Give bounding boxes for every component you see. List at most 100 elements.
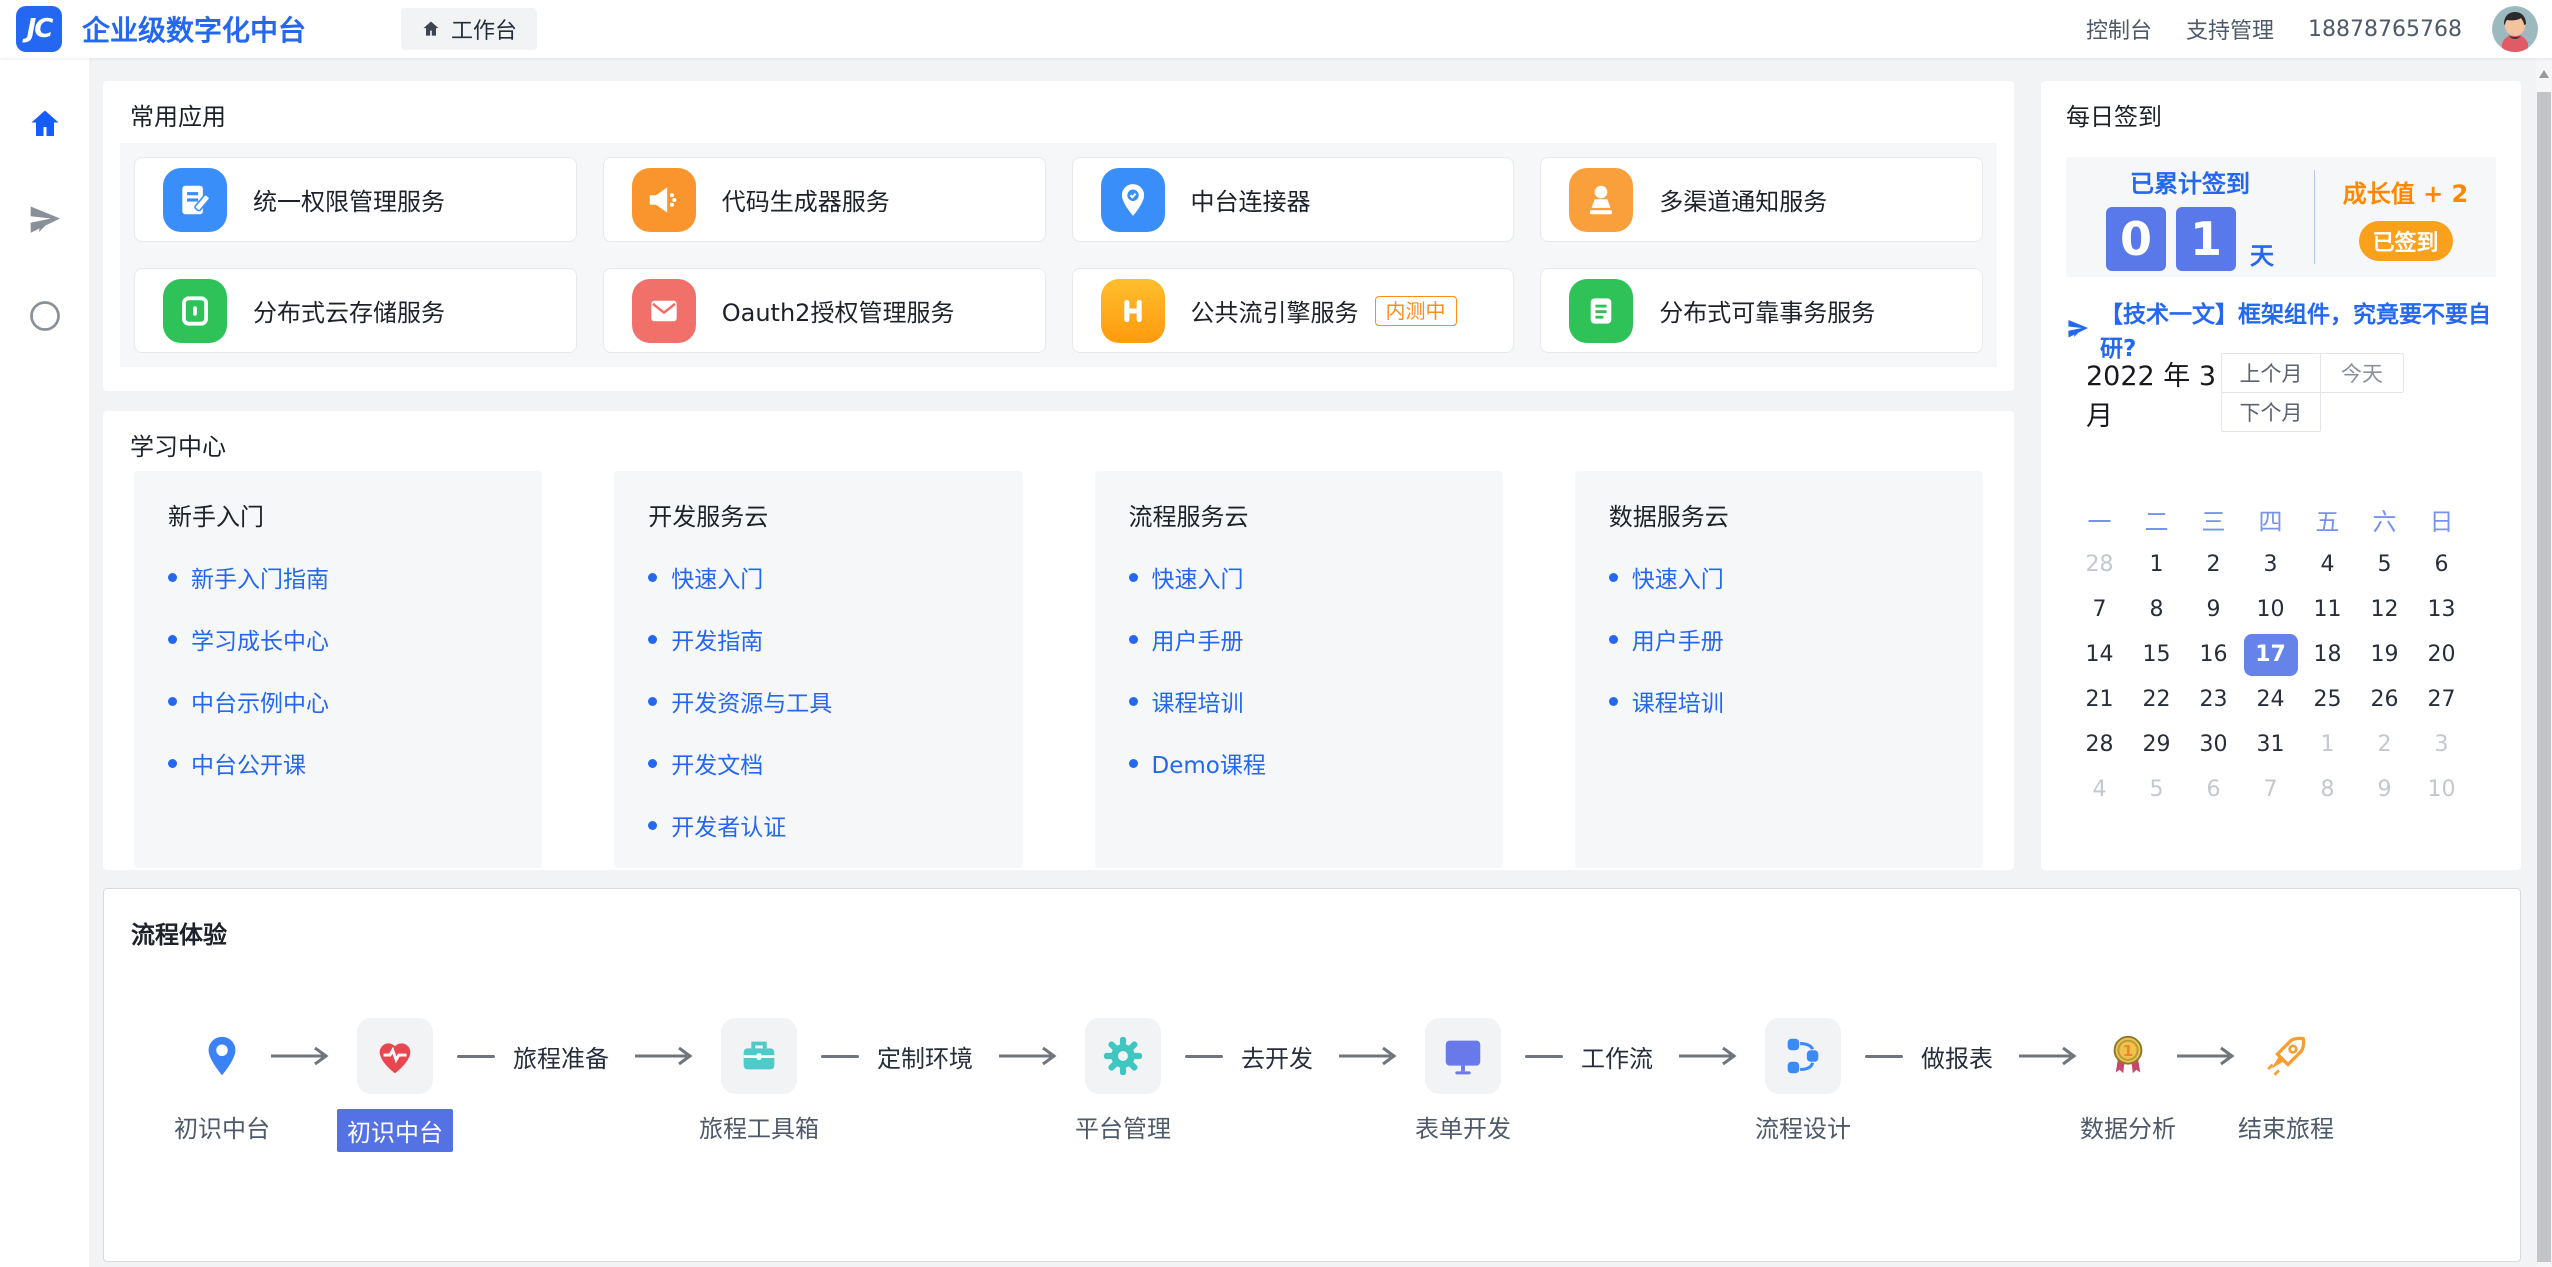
calendar-day[interactable]: 9 bbox=[2185, 587, 2242, 632]
sidebar-home-icon[interactable] bbox=[27, 106, 63, 142]
app-card-permission[interactable]: 统一权限管理服务 bbox=[134, 157, 577, 242]
flow-step-toolbox[interactable]: 旅程工具箱 bbox=[721, 1001, 797, 1111]
learning-link[interactable]: 快速入门 bbox=[648, 560, 988, 594]
flow-connector-label: 工作流 bbox=[1581, 1039, 1653, 1074]
learning-link[interactable]: 快速入门 bbox=[1129, 560, 1469, 594]
learning-link[interactable]: 学习成长中心 bbox=[168, 622, 508, 656]
calendar-day[interactable]: 10 bbox=[2242, 587, 2299, 632]
calendar-day[interactable]: 3 bbox=[2413, 722, 2470, 767]
brand-logo: JC bbox=[16, 6, 62, 52]
calendar-day[interactable]: 22 bbox=[2128, 677, 2185, 722]
calendar-day[interactable]: 27 bbox=[2413, 677, 2470, 722]
flow-step-start[interactable]: 初识中台 bbox=[199, 1001, 245, 1111]
calendar-day[interactable]: 7 bbox=[2071, 587, 2128, 632]
learning-link[interactable]: 用户手册 bbox=[1609, 622, 1949, 656]
app-label: 统一权限管理服务 bbox=[253, 182, 445, 217]
calendar-day[interactable]: 26 bbox=[2356, 677, 2413, 722]
calendar-day[interactable]: 4 bbox=[2071, 767, 2128, 812]
column-heading: 流程服务云 bbox=[1129, 497, 1469, 532]
learning-link[interactable]: 用户手册 bbox=[1129, 622, 1469, 656]
prev-month-button[interactable]: 上个月 bbox=[2221, 353, 2321, 393]
calendar-day[interactable]: 8 bbox=[2299, 767, 2356, 812]
flow-step-end-journey[interactable]: 结束旅程 bbox=[2263, 1001, 2309, 1111]
calendar-day[interactable]: 13 bbox=[2413, 587, 2470, 632]
learning-link[interactable]: 课程培训 bbox=[1609, 684, 1949, 718]
calendar-day[interactable]: 15 bbox=[2128, 632, 2185, 677]
app-card-transaction[interactable]: 分布式可靠事务服务 bbox=[1540, 268, 1983, 353]
calendar-day[interactable]: 14 bbox=[2071, 632, 2128, 677]
calendar-day[interactable]: 12 bbox=[2356, 587, 2413, 632]
learning-center-title: 学习中心 bbox=[130, 427, 226, 462]
calendar-day-selected[interactable]: 17 bbox=[2242, 632, 2299, 677]
signed-in-button[interactable]: 已签到 bbox=[2359, 221, 2453, 261]
growth-value-label: 成长值 + 2 bbox=[2343, 174, 2469, 209]
calendar-day[interactable]: 11 bbox=[2299, 587, 2356, 632]
calendar-day[interactable]: 28 bbox=[2071, 722, 2128, 767]
vertical-scrollbar[interactable] bbox=[2536, 58, 2552, 1267]
learning-link[interactable]: 开发资源与工具 bbox=[648, 684, 988, 718]
support-admin-link[interactable]: 支持管理 bbox=[2186, 13, 2274, 45]
calendar-day[interactable]: 21 bbox=[2071, 677, 2128, 722]
calendar-day[interactable]: 8 bbox=[2128, 587, 2185, 632]
calendar-day[interactable]: 5 bbox=[2128, 767, 2185, 812]
calendar-day[interactable]: 19 bbox=[2356, 632, 2413, 677]
calendar-day[interactable]: 28 bbox=[2071, 542, 2128, 587]
calendar-day[interactable]: 2 bbox=[2356, 722, 2413, 767]
calendar-day[interactable]: 31 bbox=[2242, 722, 2299, 767]
calendar-day[interactable]: 5 bbox=[2356, 542, 2413, 587]
app-card-notify[interactable]: 多渠道通知服务 bbox=[1540, 157, 1983, 242]
app-title: 企业级数字化中台 bbox=[82, 9, 306, 49]
app-card-storage[interactable]: 分布式云存储服务 bbox=[134, 268, 577, 353]
calendar-day[interactable]: 2 bbox=[2185, 542, 2242, 587]
calendar-day[interactable]: 4 bbox=[2299, 542, 2356, 587]
scrollbar-thumb[interactable] bbox=[2537, 92, 2551, 1262]
calendar-day[interactable]: 6 bbox=[2185, 767, 2242, 812]
calendar-day[interactable]: 24 bbox=[2242, 677, 2299, 722]
calendar-day[interactable]: 30 bbox=[2185, 722, 2242, 767]
tab-workbench[interactable]: 工作台 bbox=[401, 8, 537, 50]
weekday-header: 五 bbox=[2299, 496, 2356, 542]
bullet-dot-icon bbox=[1129, 759, 1138, 768]
learning-link[interactable]: 开发指南 bbox=[648, 622, 988, 656]
flow-step-data-analysis[interactable]: 1 数据分析 bbox=[2105, 1001, 2151, 1111]
weekday-header: 二 bbox=[2128, 496, 2185, 542]
sidebar-compass-icon[interactable] bbox=[27, 298, 63, 334]
flow-step-form-dev[interactable]: 表单开发 bbox=[1425, 1001, 1501, 1111]
calendar-day[interactable]: 10 bbox=[2413, 767, 2470, 812]
app-card-connector[interactable]: 中台连接器 bbox=[1072, 157, 1515, 242]
calendar-day[interactable]: 20 bbox=[2413, 632, 2470, 677]
flow-step-platform-admin[interactable]: 平台管理 bbox=[1085, 1001, 1161, 1111]
learning-link[interactable]: 中台公开课 bbox=[168, 746, 508, 780]
calendar-day[interactable]: 1 bbox=[2299, 722, 2356, 767]
calendar-day[interactable]: 23 bbox=[2185, 677, 2242, 722]
next-month-button[interactable]: 下个月 bbox=[2221, 392, 2321, 432]
learning-link[interactable]: 开发者认证 bbox=[648, 808, 988, 842]
app-card-oauth[interactable]: Oauth2授权管理服务 bbox=[603, 268, 1046, 353]
calendar-day[interactable]: 9 bbox=[2356, 767, 2413, 812]
calendar-day[interactable]: 29 bbox=[2128, 722, 2185, 767]
calendar-day[interactable]: 16 bbox=[2185, 632, 2242, 677]
learning-link[interactable]: 新手入门指南 bbox=[168, 560, 508, 594]
scroll-up-arrow[interactable] bbox=[2539, 70, 2549, 78]
calendar-day[interactable]: 3 bbox=[2242, 542, 2299, 587]
app-card-flow-engine[interactable]: 公共流引擎服务 内测中 bbox=[1072, 268, 1515, 353]
learning-link[interactable]: Demo课程 bbox=[1129, 746, 1469, 780]
today-button[interactable]: 今天 bbox=[2320, 353, 2404, 393]
calendar-day[interactable]: 18 bbox=[2299, 632, 2356, 677]
calendar-day[interactable]: 25 bbox=[2299, 677, 2356, 722]
learning-link[interactable]: 中台示例中心 bbox=[168, 684, 508, 718]
flow-step-process-design[interactable]: 流程设计 bbox=[1765, 1001, 1841, 1111]
arrow-right-icon bbox=[1337, 1045, 1401, 1067]
console-link[interactable]: 控制台 bbox=[2086, 13, 2152, 45]
learning-link[interactable]: 开发文档 bbox=[648, 746, 988, 780]
calendar-day[interactable]: 6 bbox=[2413, 542, 2470, 587]
learning-link[interactable]: 课程培训 bbox=[1129, 684, 1469, 718]
app-card-codegen[interactable]: 代码生成器服务 bbox=[603, 157, 1046, 242]
sidebar-paper-plane-icon[interactable] bbox=[27, 202, 63, 238]
flow-step-meet-platform[interactable]: 初识中台 bbox=[357, 1001, 433, 1111]
medal-icon: 1 bbox=[2105, 1033, 2151, 1079]
calendar-day[interactable]: 7 bbox=[2242, 767, 2299, 812]
learning-link[interactable]: 快速入门 bbox=[1609, 560, 1949, 594]
calendar-day[interactable]: 1 bbox=[2128, 542, 2185, 587]
user-avatar[interactable] bbox=[2492, 6, 2538, 52]
